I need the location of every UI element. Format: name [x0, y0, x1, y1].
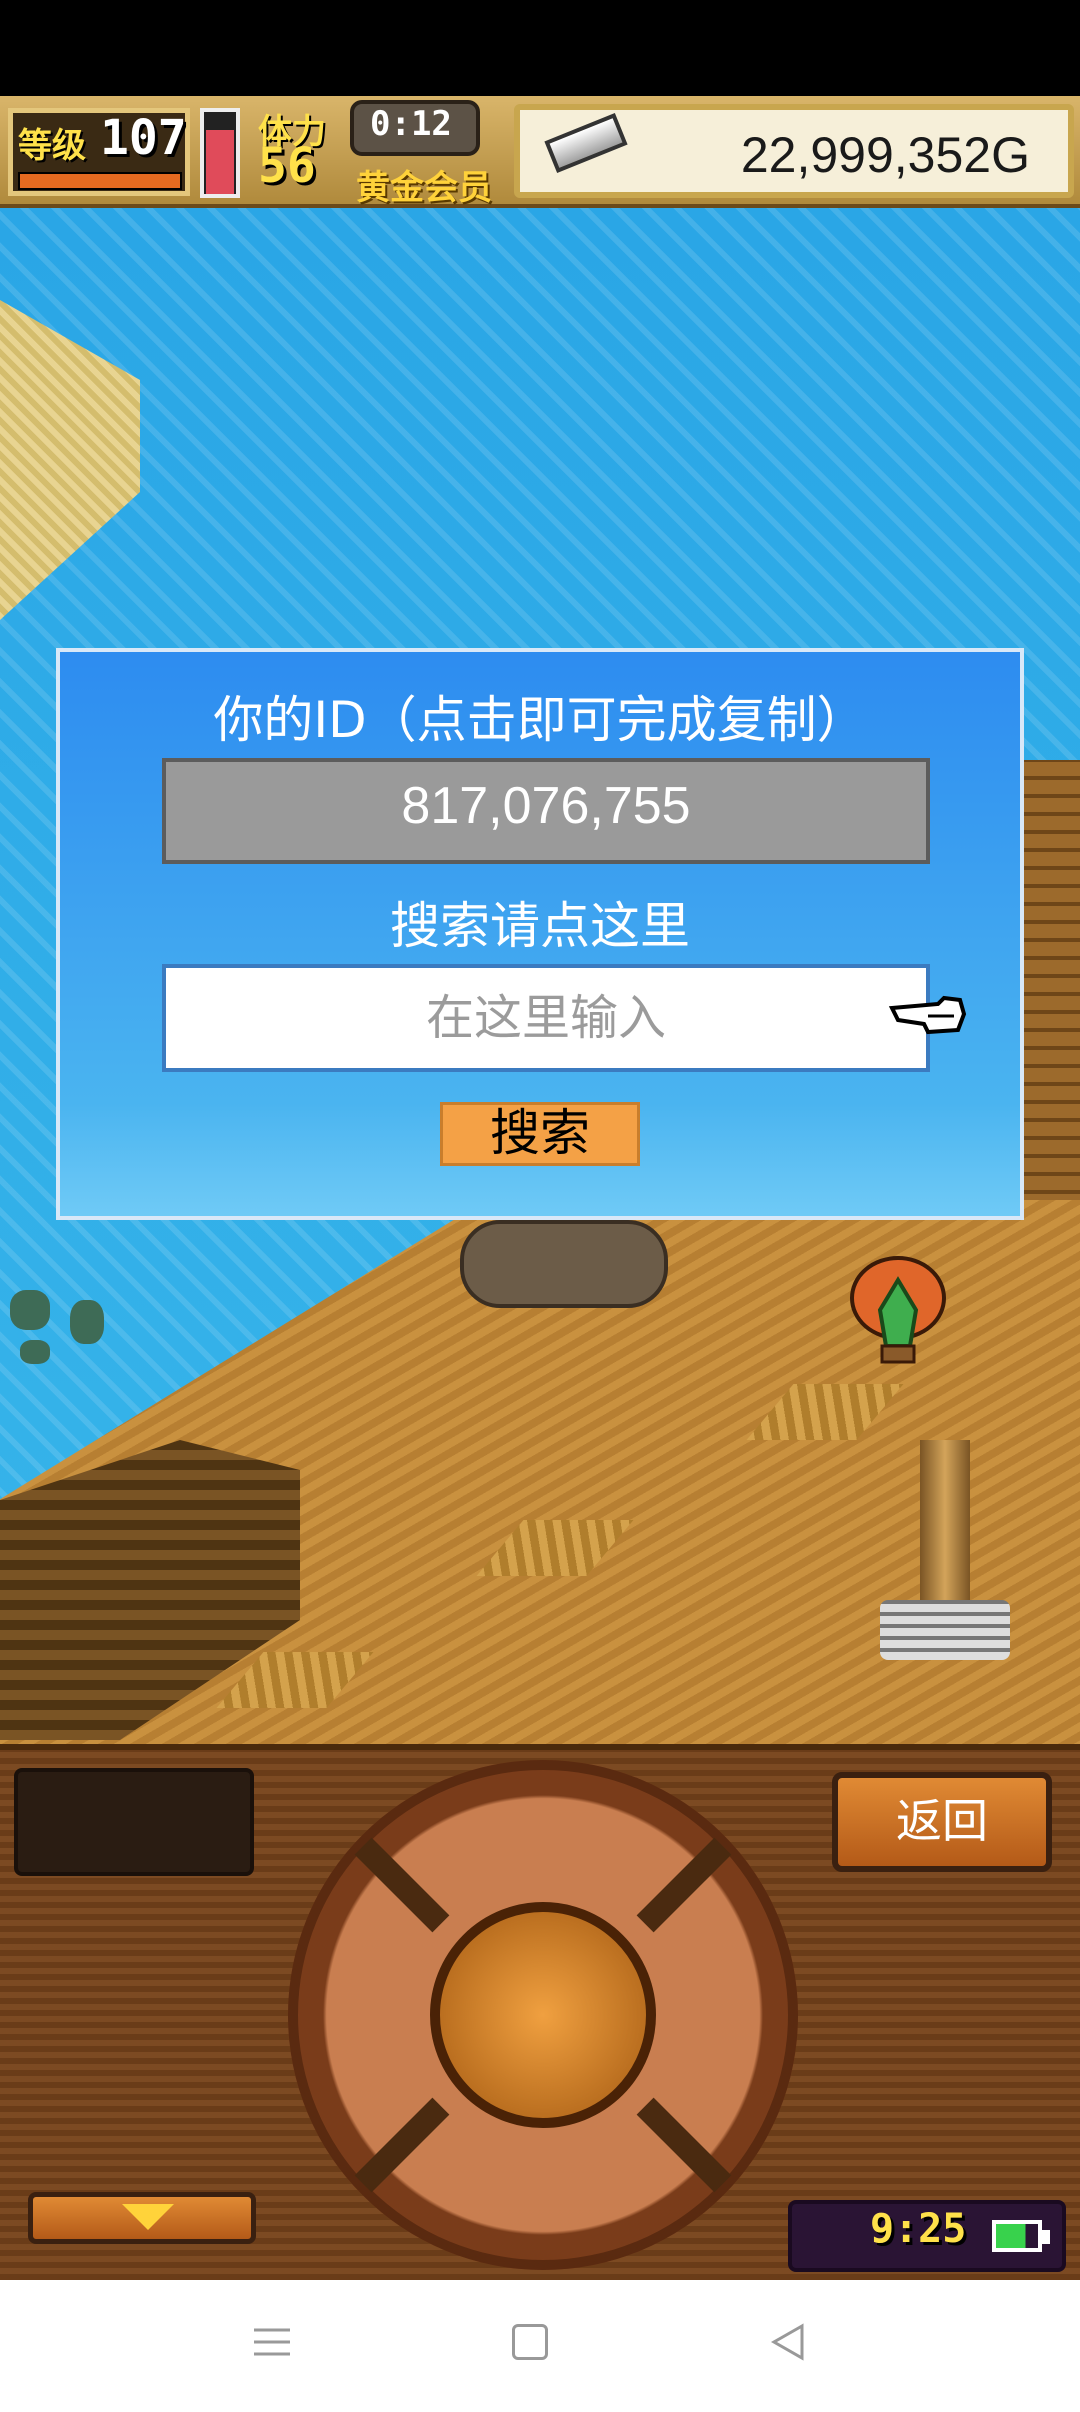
- rock: [20, 1340, 50, 1364]
- gold-amount: 22,999,352G: [740, 127, 1030, 183]
- id-title: 你的ID（点击即可完成复制）: [213, 691, 867, 749]
- mast-rope-coil: [880, 1600, 1010, 1660]
- ship-cannon: [460, 1220, 668, 1308]
- dpad-center-button[interactable]: [430, 1902, 656, 2128]
- member-status-label: 黄金会员: [356, 168, 492, 208]
- pointing-hand-icon: [888, 995, 967, 1035]
- rock: [70, 1300, 104, 1344]
- back-button[interactable]: 返回: [832, 1772, 1052, 1872]
- experience-bar: [18, 172, 182, 190]
- search-title: 搜索请点这里: [390, 897, 690, 955]
- down-arrow-icon: [122, 2204, 174, 2230]
- level-value: 107: [100, 110, 187, 166]
- home-icon[interactable]: [512, 2324, 548, 2360]
- battery-tip: [1042, 2230, 1050, 2244]
- empty-panel-slot: [14, 1768, 254, 1876]
- stamina-value: 56: [258, 138, 316, 194]
- clock-text: 9:25: [870, 2206, 967, 2252]
- battery-icon: [992, 2220, 1042, 2252]
- rock: [10, 1290, 50, 1330]
- timer-text: 0:12: [370, 104, 452, 144]
- level-label: 等级: [18, 126, 86, 166]
- player-character[interactable]: [840, 1250, 956, 1370]
- stamina-gauge-fill: [206, 130, 234, 194]
- search-input[interactable]: [162, 964, 930, 1072]
- search-button[interactable]: 搜索: [440, 1102, 640, 1166]
- back-triangle-icon[interactable]: [768, 2322, 808, 2362]
- id-value[interactable]: 817,076,755: [162, 776, 930, 836]
- top-status-area: [0, 0, 1080, 96]
- menu-icon[interactable]: [252, 2322, 292, 2362]
